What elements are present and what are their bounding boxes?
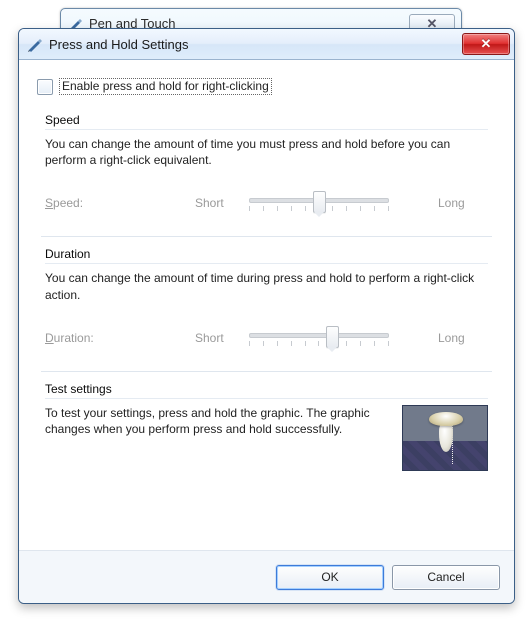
test-title: Test settings: [45, 382, 488, 399]
test-graphic[interactable]: [402, 405, 488, 471]
speed-title: Speed: [45, 113, 488, 130]
speed-slider-row: Speed: Short Long: [45, 188, 488, 218]
dialog-content: Enable press and hold for right-clicking…: [19, 60, 514, 552]
duration-min-label: Short: [195, 331, 241, 345]
ok-button[interactable]: OK: [276, 565, 384, 590]
duration-slider-row: Duration: Short Long: [45, 323, 488, 353]
speed-label: Speed:: [45, 196, 195, 210]
dialog-close-button[interactable]: ✕: [462, 33, 510, 55]
duration-label: Duration:: [45, 331, 195, 345]
pen-icon: [27, 36, 43, 52]
duration-max-label: Long: [438, 331, 488, 345]
enable-row: Enable press and hold for right-clicking: [37, 78, 496, 95]
duration-section: Duration You can change the amount of ti…: [41, 236, 492, 370]
test-section: Test settings To test your settings, pre…: [41, 371, 492, 489]
dialog-footer: OK Cancel: [19, 550, 514, 603]
test-description: To test your settings, press and hold th…: [45, 405, 390, 437]
speed-section: Speed You can change the amount of time …: [41, 113, 492, 236]
dialog-title: Press and Hold Settings: [49, 37, 188, 52]
duration-slider[interactable]: [249, 323, 389, 353]
enable-press-hold-label[interactable]: Enable press and hold for right-clicking: [59, 78, 272, 95]
speed-slider-thumb: [313, 191, 326, 213]
duration-description: You can change the amount of time during…: [45, 270, 488, 302]
duration-ticks: [249, 341, 389, 346]
speed-max-label: Long: [438, 196, 488, 210]
speed-description: You can change the amount of time you mu…: [45, 136, 488, 168]
close-icon: ✕: [481, 36, 492, 52]
cancel-button[interactable]: Cancel: [392, 565, 500, 590]
enable-press-hold-checkbox[interactable]: [37, 79, 53, 95]
duration-title: Duration: [45, 247, 488, 264]
speed-min-label: Short: [195, 196, 241, 210]
dialog-titlebar[interactable]: Press and Hold Settings ✕: [19, 29, 514, 60]
duration-slider-thumb: [326, 326, 339, 348]
press-and-hold-dialog: Press and Hold Settings ✕ Enable press a…: [18, 28, 515, 604]
speed-slider[interactable]: [249, 188, 389, 218]
